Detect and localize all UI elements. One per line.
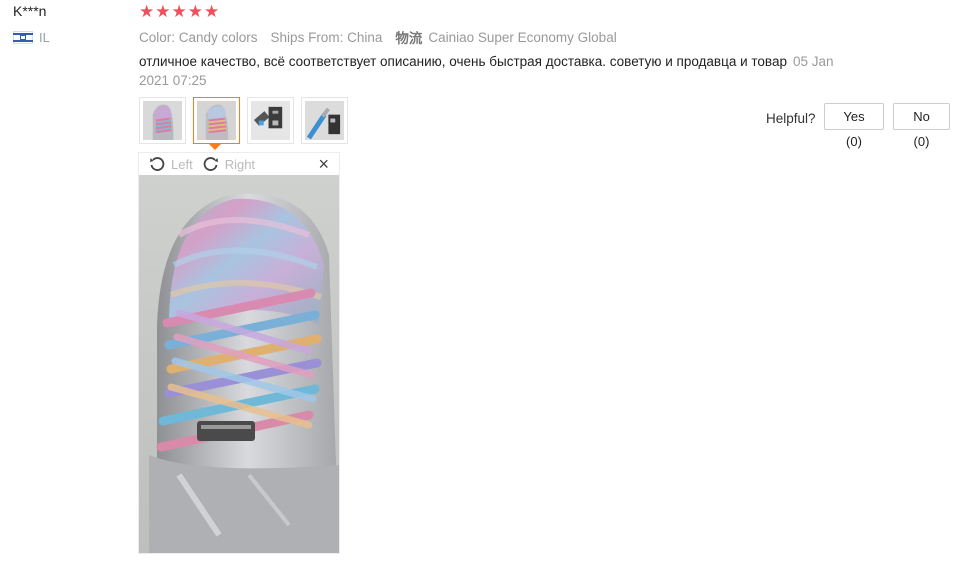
review-thumbnail[interactable] bbox=[139, 97, 186, 144]
star-icon: ★ bbox=[139, 2, 155, 21]
country-code: IL bbox=[39, 30, 50, 45]
rotate-right-label: Right bbox=[224, 156, 256, 172]
review-thumbnail-selected[interactable] bbox=[193, 97, 240, 150]
rotate-right-button[interactable]: Right bbox=[203, 156, 255, 172]
review-thumbnail[interactable] bbox=[301, 97, 348, 144]
shoe-photo-thumbnail bbox=[143, 101, 182, 140]
star-icon: ★ bbox=[171, 2, 187, 21]
rotate-left-button[interactable]: Left bbox=[149, 156, 193, 172]
ships-from-attribute: Ships From: China bbox=[270, 29, 383, 45]
helpful-label: Helpful? bbox=[766, 111, 816, 126]
helpful-yes-button[interactable]: Yes (0) bbox=[824, 103, 884, 149]
helpful-no-button[interactable]: No (0) bbox=[893, 103, 950, 149]
rotate-right-icon bbox=[203, 157, 218, 171]
viewer-toolbar: Left Right × bbox=[139, 153, 339, 175]
image-viewer: Left Right × bbox=[138, 152, 340, 554]
review-thumbnails bbox=[139, 97, 348, 150]
star-icon: ★ bbox=[204, 2, 220, 21]
star-icon: ★ bbox=[155, 2, 171, 21]
review-body: отличное качество, всё соответствует опи… bbox=[139, 52, 864, 90]
review-thumbnail[interactable] bbox=[247, 97, 294, 144]
laces-photo-thumbnail bbox=[305, 101, 344, 140]
sku-attributes: Color: Candy colors Ships From: China 物流… bbox=[139, 27, 617, 47]
review-text: отличное качество, всё соответствует опи… bbox=[139, 54, 787, 69]
shoe-photo-thumbnail bbox=[197, 101, 236, 140]
enlarged-review-photo bbox=[139, 175, 339, 553]
color-attribute: Color: Candy colors bbox=[139, 29, 258, 45]
rotate-left-icon bbox=[150, 157, 165, 171]
logistics-label: 物流 bbox=[395, 31, 423, 46]
israel-flag-icon bbox=[13, 31, 33, 44]
reviewer-country: IL bbox=[13, 30, 50, 45]
selected-caret-icon bbox=[209, 144, 221, 150]
laces-photo-thumbnail bbox=[251, 101, 290, 140]
reviewer-name: K***n bbox=[13, 3, 47, 19]
close-icon[interactable]: × bbox=[318, 154, 329, 175]
star-rating: ★ ★ ★ ★ ★ bbox=[139, 2, 219, 22]
shoe-photo bbox=[139, 175, 339, 553]
star-icon: ★ bbox=[187, 2, 203, 21]
logistics-value: Cainiao Super Economy Global bbox=[428, 29, 617, 45]
rotate-left-label: Left bbox=[171, 156, 193, 172]
